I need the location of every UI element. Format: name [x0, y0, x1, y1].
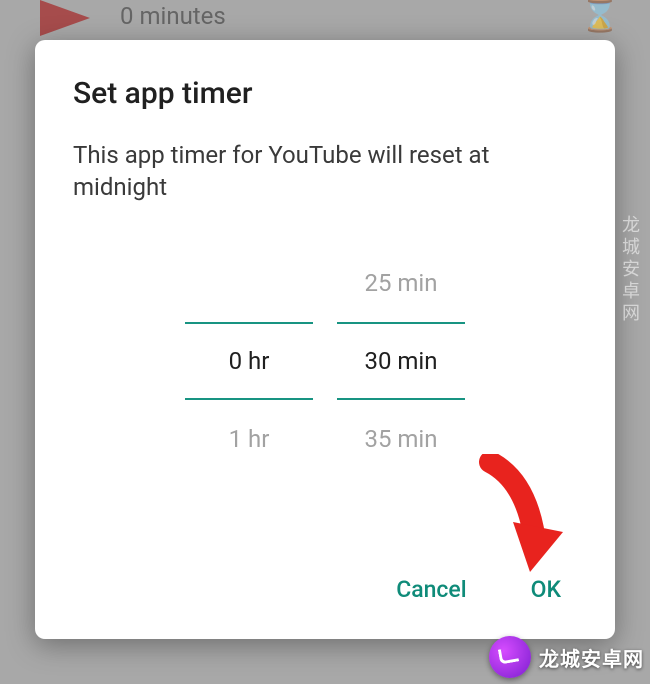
ok-button[interactable]: OK — [527, 568, 565, 611]
hour-picker[interactable]: 0 hr 1 hr — [185, 244, 313, 478]
minute-option-below[interactable]: 35 min — [337, 400, 465, 478]
time-picker: 0 hr 1 hr 25 min 30 min 35 min — [73, 244, 577, 478]
cancel-button[interactable]: Cancel — [392, 568, 470, 611]
minute-option-above[interactable]: 25 min — [337, 244, 465, 322]
minute-picker[interactable]: 25 min 30 min 35 min — [337, 244, 465, 478]
dialog-title: Set app timer — [73, 76, 577, 111]
dialog-body-text: This app timer for YouTube will reset at… — [73, 139, 577, 204]
hourglass-icon: ⌛ — [580, 0, 620, 34]
hour-option-below[interactable]: 1 hr — [185, 400, 313, 478]
youtube-play-icon — [40, 0, 90, 36]
dialog-button-row: Cancel OK — [73, 568, 577, 611]
hour-option-selected[interactable]: 0 hr — [185, 322, 313, 400]
background-app-row: 0 minutes ⌛ — [0, 0, 650, 40]
background-subtitle: 0 minutes — [120, 2, 226, 30]
minute-option-selected[interactable]: 30 min — [337, 322, 465, 400]
hour-option-above[interactable] — [185, 244, 313, 322]
set-timer-dialog: Set app timer This app timer for YouTube… — [35, 40, 615, 639]
